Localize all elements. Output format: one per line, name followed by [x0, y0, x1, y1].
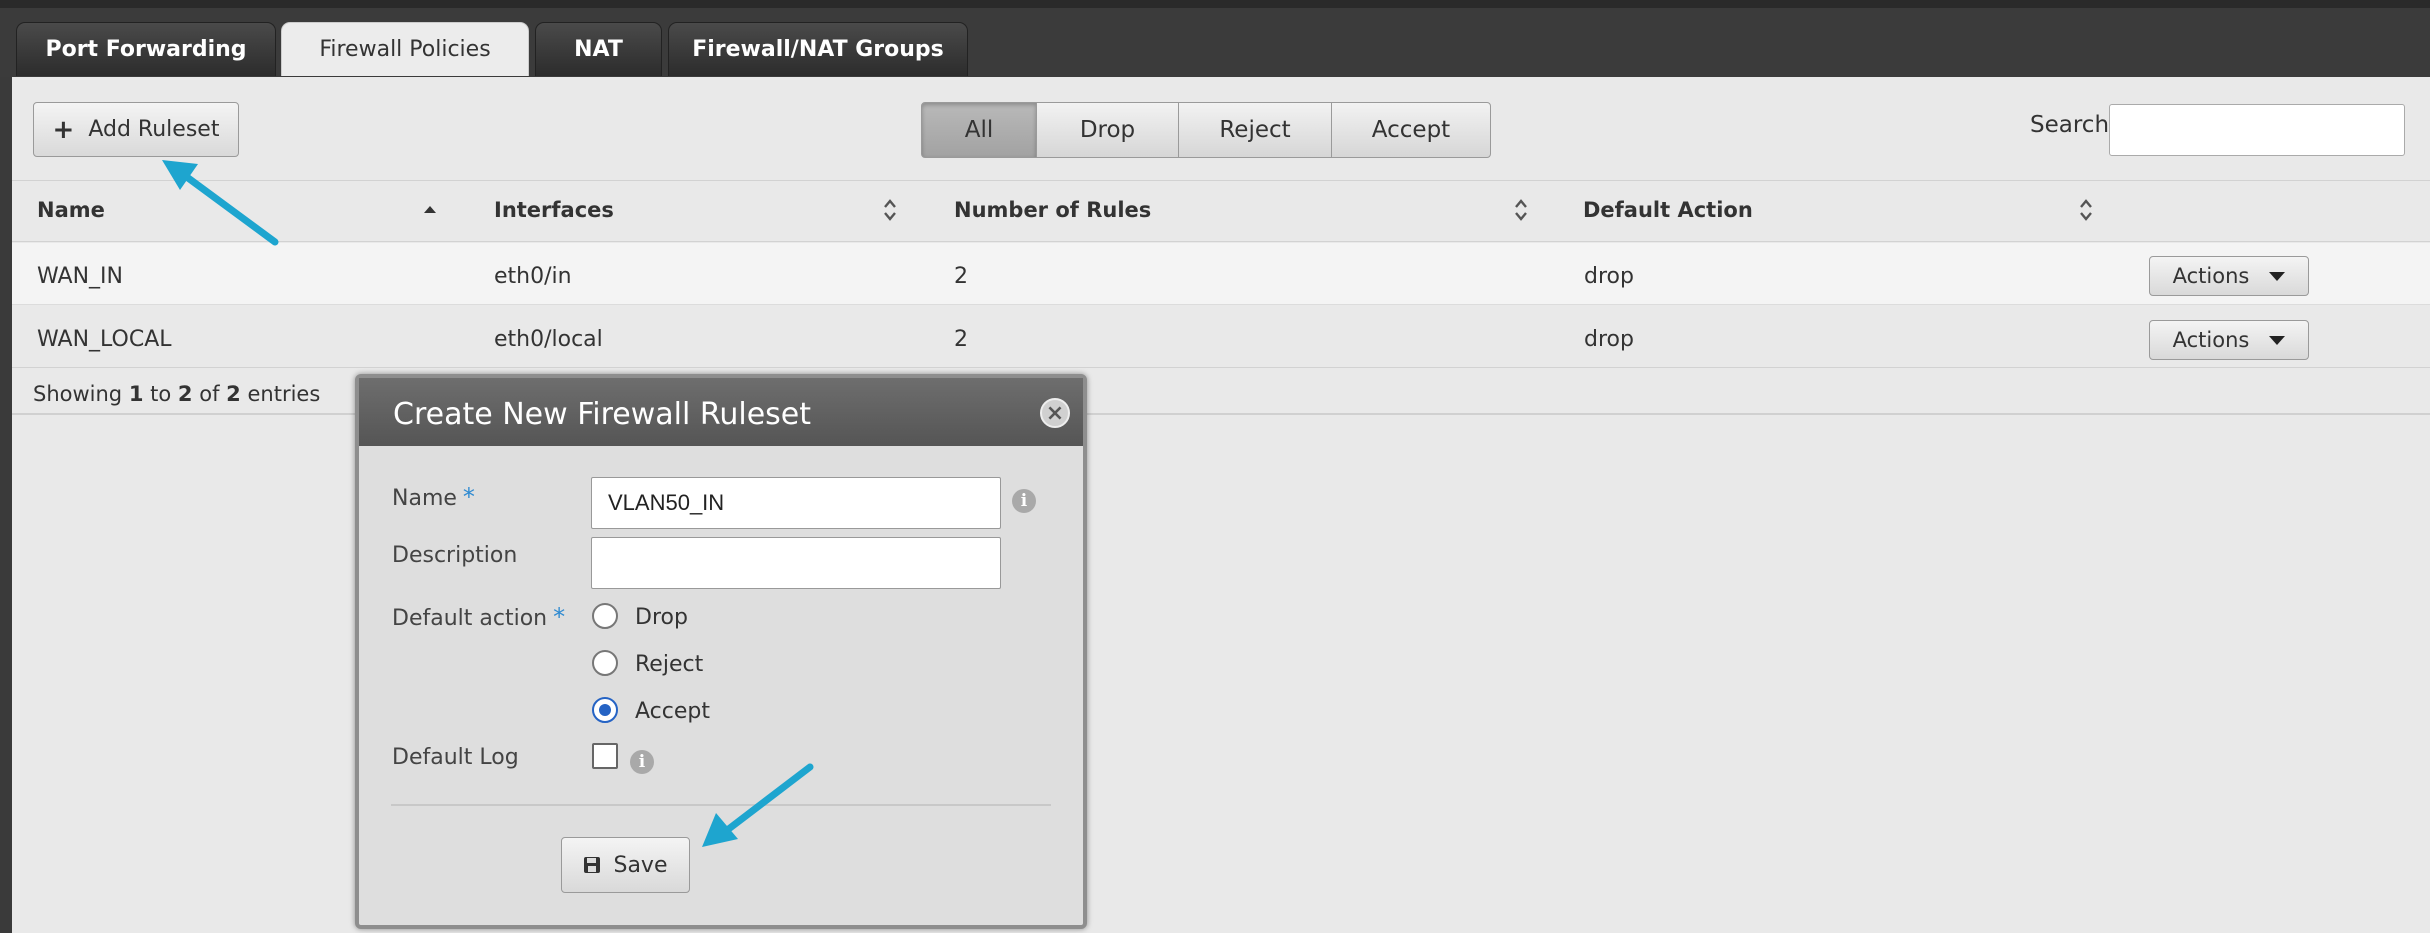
cell-name: WAN_IN	[37, 264, 124, 289]
entries-prefix: Showing	[33, 382, 123, 406]
column-header-name[interactable]: Name	[37, 198, 105, 222]
filter-reject-button[interactable]: Reject	[1178, 102, 1332, 158]
add-ruleset-button[interactable]: + Add Ruleset	[33, 102, 239, 157]
tab-label: Firewall/NAT Groups	[692, 37, 944, 62]
column-header-default-action[interactable]: Default Action	[1583, 198, 1753, 222]
name-input[interactable]	[591, 477, 1001, 529]
filter-label: Drop	[1079, 117, 1136, 143]
entries-count: Showing 1 to 2 of 2 entries	[33, 382, 320, 406]
search-input[interactable]	[2109, 104, 2405, 156]
cell-default-action: drop	[1584, 327, 1634, 352]
description-input[interactable]	[591, 537, 1001, 589]
add-ruleset-label: Add Ruleset	[88, 117, 220, 142]
info-icon[interactable]: i	[630, 750, 654, 774]
dialog-title: Create New Firewall Ruleset	[393, 397, 812, 432]
filter-label: All	[964, 117, 994, 143]
close-icon[interactable]: ×	[1040, 398, 1070, 428]
radio-accept[interactable]	[592, 697, 618, 723]
tab-label: Port Forwarding	[45, 37, 247, 62]
radio-drop[interactable]	[592, 603, 618, 629]
filter-label: Reject	[1219, 117, 1291, 143]
column-header-number-of-rules[interactable]: Number of Rules	[954, 198, 1151, 222]
search-label: Search	[2030, 112, 2110, 138]
radio-drop-label[interactable]: Drop	[635, 605, 688, 630]
left-border	[0, 77, 12, 933]
filter-label: Accept	[1371, 117, 1451, 143]
filter-drop-button[interactable]: Drop	[1036, 102, 1179, 158]
default-action-label: Default action *	[392, 603, 565, 631]
filter-accept-button[interactable]: Accept	[1331, 102, 1491, 158]
tab-firewall-nat-groups[interactable]: Firewall/NAT Groups	[668, 22, 968, 76]
default-action-label-text: Default action	[392, 606, 548, 631]
floppy-disk-icon	[584, 857, 601, 873]
save-button[interactable]: Save	[561, 837, 690, 893]
tab-firewall-policies[interactable]: Firewall Policies	[281, 22, 529, 76]
required-marker: *	[462, 483, 475, 511]
caret-down-icon	[2269, 271, 2286, 281]
plus-icon: +	[52, 114, 75, 145]
annotation-arrow-icon	[702, 763, 814, 847]
info-icon[interactable]: i	[1012, 489, 1036, 513]
table-row[interactable]	[12, 306, 2430, 368]
default-log-checkbox[interactable]	[592, 743, 618, 769]
radio-accept-label[interactable]: Accept	[635, 699, 710, 724]
tab-port-forwarding[interactable]: Port Forwarding	[16, 22, 276, 76]
cell-interfaces: eth0/local	[494, 327, 603, 352]
cell-rules: 2	[954, 264, 968, 289]
tab-label: Firewall Policies	[319, 37, 491, 62]
entries-of-word: of	[199, 382, 220, 406]
entries-to-word: to	[150, 382, 172, 406]
entries-to: 2	[177, 382, 193, 406]
radio-reject-label[interactable]: Reject	[635, 652, 703, 677]
entries-from: 1	[128, 382, 144, 406]
column-header-interfaces[interactable]: Interfaces	[494, 198, 614, 222]
sort-icon[interactable]	[882, 197, 898, 223]
table-row[interactable]	[12, 243, 2430, 305]
cell-rules: 2	[954, 327, 968, 352]
actions-dropdown-button[interactable]: Actions	[2149, 320, 2309, 360]
name-label: Name *	[392, 483, 475, 511]
sort-icon[interactable]	[2078, 197, 2094, 223]
caret-down-icon	[2269, 335, 2286, 345]
required-marker: *	[553, 603, 566, 631]
table-header	[12, 180, 2430, 242]
top-strip	[0, 0, 2430, 8]
default-log-label: Default Log	[392, 745, 519, 770]
sort-icon[interactable]	[1513, 197, 1529, 223]
annotation-arrow-icon	[162, 160, 279, 246]
name-label-text: Name	[392, 486, 457, 511]
entries-suffix: entries	[247, 382, 321, 406]
save-label: Save	[613, 852, 668, 878]
cell-interfaces: eth0/in	[494, 264, 572, 289]
tab-nat[interactable]: NAT	[535, 22, 662, 76]
tab-label: NAT	[574, 37, 623, 62]
filter-all-button[interactable]: All	[921, 102, 1037, 158]
entries-total: 2	[226, 382, 241, 406]
actions-dropdown-button[interactable]: Actions	[2149, 256, 2309, 296]
cell-default-action: drop	[1584, 264, 1634, 289]
actions-label: Actions	[2172, 264, 2250, 288]
radio-reject[interactable]	[592, 650, 618, 676]
actions-label: Actions	[2172, 328, 2250, 352]
cell-name: WAN_LOCAL	[37, 327, 172, 352]
sort-ascending-icon[interactable]	[422, 197, 438, 223]
description-label: Description	[392, 543, 518, 568]
